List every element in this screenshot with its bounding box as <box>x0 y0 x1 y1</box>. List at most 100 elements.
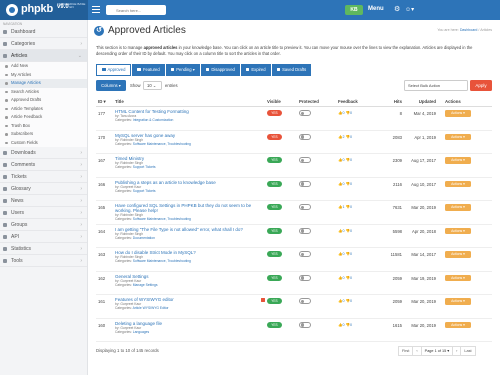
sidebar-subitem-article-templates[interactable]: Article Templates <box>0 104 87 113</box>
protected-toggle[interactable] <box>299 298 311 304</box>
article-categories: Categories: Manage Settings <box>115 283 265 287</box>
sidebar-subitem-add-new[interactable]: Add New <box>0 62 87 71</box>
category-link[interactable]: Manage Settings <box>133 283 158 287</box>
brand-version: v9.0 <box>57 4 69 11</box>
breadcrumb-dashboard-link[interactable]: Dashboard <box>460 28 478 32</box>
sidebar-subitem-custom-fields[interactable]: Custom Fields <box>0 138 87 147</box>
sidebar-subitem-article-feedback[interactable]: Article Feedback <box>0 113 87 122</box>
category-link[interactable]: Software Maintenance, Troubleshooting <box>133 217 191 221</box>
sidebar-item-groups[interactable]: Groups › <box>0 219 87 231</box>
sidebar-item-tools[interactable]: Tools › <box>0 255 87 267</box>
article-title-link[interactable]: Have configured SQL Settings in PHPKB bu… <box>115 203 265 213</box>
visible-badge[interactable]: YES <box>267 298 282 304</box>
sidebar-item-tickets[interactable]: Tickets › <box>0 171 87 183</box>
protected-toggle[interactable] <box>299 321 311 328</box>
user-menu-icon[interactable]: ☺▾ <box>405 6 414 13</box>
category-link[interactable]: Article WYSIWYG Editor <box>133 306 169 310</box>
category-link[interactable]: Support Tickets <box>133 189 156 193</box>
actions-dropdown-button[interactable]: Actions ▾ <box>445 251 471 258</box>
protected-toggle[interactable] <box>299 204 311 210</box>
sidebar-item-glossary[interactable]: Glossary › <box>0 183 87 195</box>
visible-badge[interactable]: YES <box>267 251 282 257</box>
category-link[interactable]: Languages <box>133 330 149 334</box>
article-updated: Mar 20, 2019 <box>411 299 436 304</box>
sidebar-item-downloads[interactable]: Downloads › <box>0 147 87 159</box>
sidebar-item-articles[interactable]: Articles ⌄ <box>0 50 87 62</box>
visible-badge[interactable]: YES <box>267 321 282 328</box>
protected-toggle[interactable] <box>299 227 311 234</box>
category-link[interactable]: Support Tickets <box>133 165 156 169</box>
last-page-button[interactable]: Last <box>460 346 476 356</box>
sidebar-subitem-subscribers[interactable]: Subscribers <box>0 130 87 139</box>
tab-pending[interactable]: Pending ▾ <box>165 64 200 76</box>
actions-dropdown-button[interactable]: Actions ▾ <box>445 227 471 234</box>
column-header-visible[interactable]: Visible <box>267 99 281 104</box>
actions-dropdown-button[interactable]: Actions ▾ <box>445 133 471 140</box>
bulk-action-select[interactable]: Select Bulk Action <box>404 80 468 91</box>
first-page-button[interactable]: First <box>398 346 414 356</box>
category-link[interactable]: Software Maintenance, Troubleshooting <box>133 259 191 263</box>
protected-toggle[interactable] <box>299 110 311 116</box>
actions-dropdown-button[interactable]: Actions ▾ <box>445 157 471 164</box>
article-title-link[interactable]: I am getting "The File Type is not allow… <box>115 227 265 232</box>
visible-badge[interactable]: YES <box>267 274 282 281</box>
actions-dropdown-button[interactable]: Actions ▾ <box>445 110 471 117</box>
actions-dropdown-button[interactable]: Actions ▾ <box>445 274 471 281</box>
column-header-protected[interactable]: Protected <box>299 99 319 104</box>
sidebar-item-api[interactable]: API › <box>0 231 87 243</box>
protected-toggle[interactable] <box>299 180 311 187</box>
category-link[interactable]: Integration & Customization <box>133 118 174 122</box>
sidebar-subitem-search-articles[interactable]: Search Articles <box>0 87 87 96</box>
sidebar-subitem-manage-articles[interactable]: Manage Articles <box>0 79 87 88</box>
sidebar-item-statistics[interactable]: Statistics › <box>0 243 87 255</box>
article-id: 163 <box>98 252 106 257</box>
sidebar-item-users[interactable]: Users › <box>0 207 87 219</box>
visible-badge[interactable]: YES <box>267 204 282 210</box>
sidebar-subitem-trash-box[interactable]: Trash Box <box>0 121 87 130</box>
tab-approved[interactable]: Approved <box>96 64 132 76</box>
sidebar-item-dashboard[interactable]: Dashboard <box>0 26 87 38</box>
actions-dropdown-button[interactable]: Actions ▾ <box>445 204 471 211</box>
news-icon <box>3 199 7 203</box>
column-header-updated[interactable]: Updated <box>408 99 436 104</box>
actions-dropdown-button[interactable]: Actions ▾ <box>445 298 471 305</box>
actions-dropdown-button[interactable]: Actions ▾ <box>445 180 471 187</box>
page-select[interactable]: Page 1 of 15 ▾ <box>420 346 454 356</box>
protected-toggle[interactable] <box>299 157 311 163</box>
sidebar-item-news[interactable]: News › <box>0 195 87 207</box>
tab-expired[interactable]: Expired <box>240 64 271 76</box>
column-header-hits[interactable]: Hits <box>382 99 402 104</box>
visible-badge[interactable]: YES <box>267 110 282 116</box>
apply-button[interactable]: Apply <box>470 80 492 91</box>
category-link[interactable]: Software Maintenance, Troubleshooting <box>133 142 191 146</box>
visible-badge[interactable]: YES <box>267 133 282 140</box>
protected-toggle[interactable] <box>299 251 311 257</box>
table-row: 161 Features of WYSIWYG editor by: Gurpree… <box>96 295 492 319</box>
protected-toggle[interactable] <box>299 133 311 140</box>
actions-dropdown-button[interactable]: Actions ▾ <box>445 321 471 328</box>
column-header-id[interactable]: ID ▾ <box>98 99 106 105</box>
columns-button[interactable]: Columns ▾ <box>96 80 126 91</box>
sidebar-item-comments[interactable]: Comments › <box>0 159 87 171</box>
feedback-down-count: 0 <box>349 205 352 209</box>
column-header-title[interactable]: Title <box>115 99 265 104</box>
knowledge-base-button[interactable]: KB <box>345 5 363 15</box>
column-header-feedback[interactable]: Feedback <box>338 99 358 104</box>
sidebar-item-categories[interactable]: Categories › <box>0 38 87 50</box>
sidebar-toggle-icon[interactable] <box>92 6 100 13</box>
sidebar-subitem-my-articles[interactable]: My Articles <box>0 70 87 79</box>
brand-area[interactable]: phpkb KNOWLEDGE BASE v9.0 EN <box>0 0 88 20</box>
tab-featured[interactable]: Featured <box>132 64 165 76</box>
sidebar-subitem-approved-drafts[interactable]: Approved Drafts <box>0 96 87 105</box>
gear-icon[interactable]: ⚙ <box>394 5 400 13</box>
visible-badge[interactable]: YES <box>267 157 282 163</box>
visible-badge[interactable]: YES <box>267 180 282 187</box>
entries-per-page-select[interactable]: 10 ⌄ <box>143 81 162 90</box>
menu-dropdown[interactable]: Menu <box>368 6 384 12</box>
tab-saved-drafts[interactable]: Saved Drafts <box>271 64 312 76</box>
search-input[interactable] <box>106 5 166 15</box>
protected-toggle[interactable] <box>299 274 311 281</box>
visible-badge[interactable]: YES <box>267 227 282 234</box>
category-link[interactable]: Documentation <box>133 236 155 240</box>
tab-disapproved[interactable]: Disapproved <box>200 64 240 76</box>
